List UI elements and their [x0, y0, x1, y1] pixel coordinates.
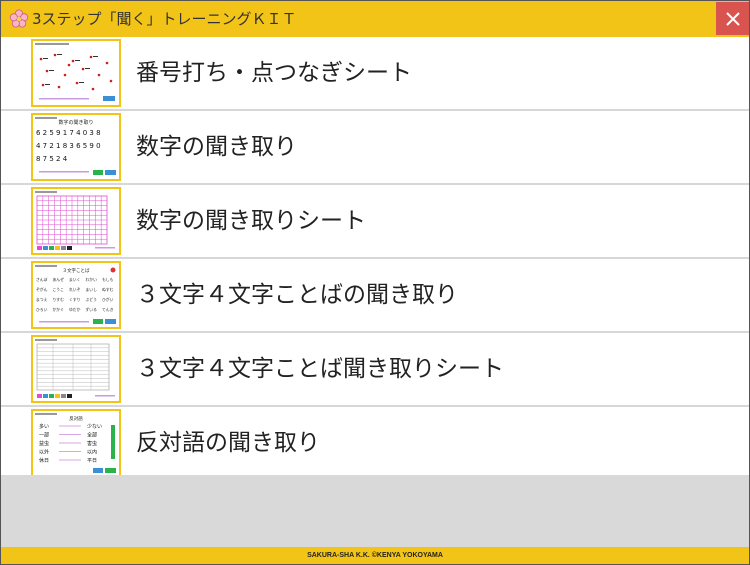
thumb-word: こうこ [53, 287, 65, 292]
thumb-number-row: 6 2 5 9 1 7 4 0 3 8 [36, 129, 101, 137]
thumb-antonym-word: 多い [39, 423, 49, 430]
menu-item-label: 数字の聞き取りシート [136, 208, 366, 234]
thumb-number-row: 8 7 5 2 4 [36, 155, 68, 163]
thumb-word: まつえ [36, 297, 48, 302]
thumbnail-word-sheet [31, 335, 121, 403]
thumb-word: れいぞ [69, 287, 81, 292]
menu-item-word-sheet[interactable]: ３文字４文字ことば聞き取りシート [1, 333, 749, 407]
thumb-number-row: 4 7 2 1 8 3 6 5 9 0 [36, 142, 101, 150]
menu-item-antonyms[interactable]: 反対語 多い 少ない一部 全部益虫 害虫以外 以内休日 平日 反対語の聞き取り [1, 407, 749, 481]
thumbnail-number-listening: 数字の聞き取り 6 2 5 9 1 7 4 0 3 8 4 7 2 1 8 3 … [31, 113, 121, 181]
thumb-number-title: 数字の聞き取り [58, 119, 93, 126]
menu-item-dot-sheet[interactable]: 番号打ち・点つなぎシート [1, 37, 749, 111]
thumb-word: てんき [102, 307, 114, 312]
thumb-antonym-word: 一部 [39, 432, 49, 439]
thumb-word: ぞがん [36, 287, 48, 292]
thumb-word: かかぐ [53, 307, 65, 312]
thumb-word: ぶどう [86, 297, 98, 302]
menu-item-grid-sheet[interactable]: 数字の聞き取りシート [1, 185, 749, 259]
thumb-word: もしも [102, 277, 114, 282]
menu-item-label: 数字の聞き取り [136, 134, 297, 160]
thumb-word: ずいる [86, 307, 98, 312]
thumb-antonym-word: 平日 [87, 458, 97, 464]
thumb-word: わかい [86, 277, 98, 282]
thumb-antonym-word: 益虫 [39, 440, 49, 447]
thumb-word: まいく [69, 277, 80, 282]
empty-list-area [1, 475, 749, 547]
cherry-blossom-icon [9, 9, 29, 28]
menu-item-label: ３文字４文字ことばの聞き取り [136, 282, 458, 308]
menu-item-word-grid[interactable]: ３文字ことば さんぽ あんぜ まいく わかい もしもぞがん こうこ れいぞ まいし ぬすむまつえ… [1, 259, 749, 333]
thumb-antonym-word: 少ない [87, 423, 102, 430]
thumb-antonym-title: 反対語 [69, 415, 83, 422]
close-icon [725, 11, 740, 26]
title-bar: 3ステップ「聞く」トレーニングＫＩＴ [1, 1, 749, 37]
thumbnail-grid-sheet [31, 187, 121, 255]
thumbnail-antonyms: 反対語 多い 少ない一部 全部益虫 害虫以外 以内休日 平日 [31, 409, 121, 477]
thumb-word: ひろい [36, 307, 48, 312]
thumb-word: くすり [69, 297, 80, 302]
thumb-word: りすむ [53, 297, 65, 302]
thumb-antonym-word: 以内 [87, 449, 97, 456]
close-button[interactable] [716, 2, 749, 35]
footer-copyright: SAKURA-SHA K.K. ©KENYA YOKOYAMA [1, 547, 749, 564]
thumb-antonym-word: 休日 [39, 457, 49, 464]
thumb-word: ゆだか [69, 307, 81, 312]
thumb-word: ぬすむ [102, 287, 114, 292]
thumb-word: まいし [86, 287, 98, 292]
menu-item-number-listening[interactable]: 数字の聞き取り 6 2 5 9 1 7 4 0 3 8 4 7 2 1 8 3 … [1, 111, 749, 185]
menu-item-label: 反対語の聞き取り [136, 430, 320, 456]
thumb-word: さんぽ [36, 277, 48, 282]
app-title: 3ステップ「聞く」トレーニングＫＩＴ [32, 10, 297, 28]
thumb-antonym-word: 以外 [39, 449, 49, 456]
thumb-antonym-word: 全部 [87, 432, 97, 439]
thumb-word: あんぜ [53, 277, 65, 282]
thumbnail-dot-sheet [31, 39, 121, 107]
menu-item-label: ３文字４文字ことば聞き取りシート [136, 356, 504, 382]
menu-item-label: 番号打ち・点つなぎシート [136, 60, 412, 86]
thumb-antonym-word: 害虫 [87, 440, 97, 447]
thumb-word: ひがい [102, 297, 114, 302]
thumbnail-word-grid: ３文字ことば さんぽ あんぜ まいく わかい もしもぞがん こうこ れいぞ まいし ぬすむまつえ… [31, 261, 121, 329]
app-window: 3ステップ「聞く」トレーニングＫＩＴ 番号打ち・点つなぎシート 数字の聞き取り … [0, 0, 750, 565]
thumb-word-title: ３文字ことば [63, 267, 90, 274]
